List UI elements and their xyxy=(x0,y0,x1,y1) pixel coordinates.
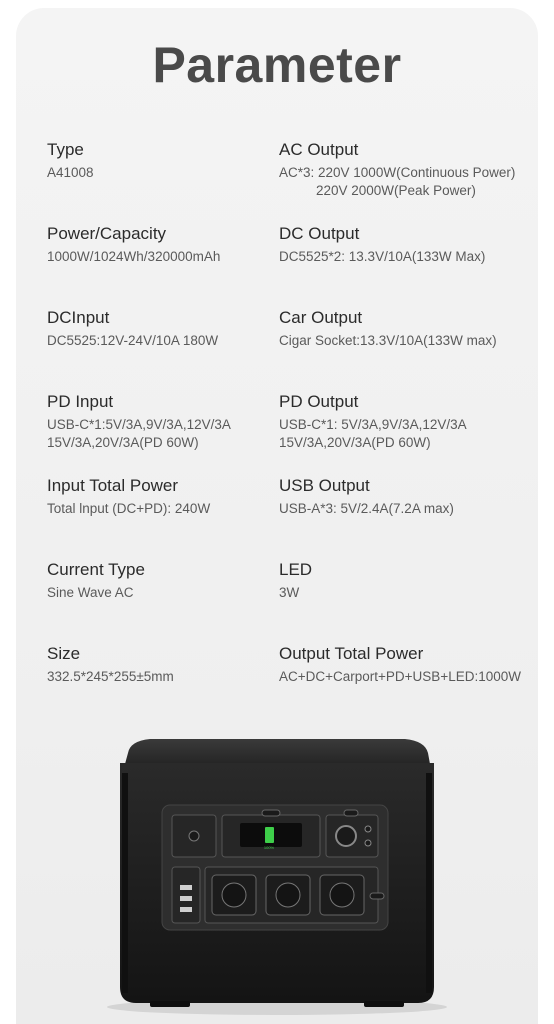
param-label: LED xyxy=(279,560,313,579)
param-value-line2: 15V/3A,20V/3A(PD 60W) xyxy=(279,435,431,450)
param-size: Size 332.5*245*255±5mm xyxy=(47,643,297,686)
param-label: PD Input xyxy=(47,392,114,411)
param-value: USB-A*3: 5V/2.4A(7.2A max) xyxy=(279,501,454,516)
param-ac-output: AC Output AC*3: 220V 1000W(Continuous Po… xyxy=(279,139,539,200)
usb-port-icon xyxy=(180,885,192,890)
param-label: Input Total Power xyxy=(47,476,179,495)
param-value: Sine Wave AC xyxy=(47,585,134,600)
product-foot xyxy=(150,1001,190,1007)
param-led: LED 3W xyxy=(279,559,539,602)
param-value: AC*3: 220V 1000W(Continuous Power) xyxy=(279,165,516,180)
param-value-line2: 15V/3A,20V/3A(PD 60W) xyxy=(47,435,199,450)
product-side-groove-left xyxy=(122,773,128,993)
param-label: AC Output xyxy=(279,140,359,159)
power-station-image: 100% xyxy=(107,739,447,1015)
usb-port-icon xyxy=(180,896,192,901)
product-side-groove-right xyxy=(426,773,432,993)
panel-tag xyxy=(343,809,359,817)
panel-tag xyxy=(261,809,281,817)
power-button-icon xyxy=(188,830,200,842)
param-power-capacity: Power/Capacity 1000W/1024Wh/320000mAh xyxy=(47,223,297,266)
param-pd-output: PD Output USB-C*1: 5V/3A,9V/3A,12V/3A 15… xyxy=(279,391,539,452)
param-usb-output: USB Output USB-A*3: 5V/2.4A(7.2A max) xyxy=(279,475,539,518)
ac-outlet-2 xyxy=(265,874,311,916)
param-dc-output: DC Output DC5525*2: 13.3V/10A(133W Max) xyxy=(279,223,539,266)
param-dc-input: DCInput DC5525:12V-24V/10A 180W xyxy=(47,307,297,350)
param-current-type: Current Type Sine Wave AC xyxy=(47,559,297,602)
param-label: Type xyxy=(47,140,84,159)
param-label: Output Total Power xyxy=(279,644,424,663)
ac-outlet-1 xyxy=(211,874,257,916)
cigar-socket-icon xyxy=(335,825,357,847)
param-value: DC5525*2: 13.3V/10A(133W Max) xyxy=(279,249,486,264)
param-value: AC+DC+Carport+PD+USB+LED:1000W xyxy=(279,669,521,684)
param-value: USB-C*1: 5V/3A,9V/3A,12V/3A xyxy=(279,417,467,432)
dc-port-icon xyxy=(364,839,372,847)
param-value: USB-C*1:5V/3A,9V/3A,12V/3A xyxy=(47,417,231,432)
param-pd-input: PD Input USB-C*1:5V/3A,9V/3A,12V/3A 15V/… xyxy=(47,391,297,452)
param-value: 3W xyxy=(279,585,300,600)
usb-port-icon xyxy=(180,907,192,912)
param-label: Current Type xyxy=(47,560,145,579)
param-value: 1000W/1024Wh/320000mAh xyxy=(47,249,221,264)
param-value: 332.5*245*255±5mm xyxy=(47,669,174,684)
param-label: Car Output xyxy=(279,308,363,327)
ac-outlet-3 xyxy=(319,874,365,916)
param-value: A41008 xyxy=(47,165,94,180)
param-type: Type A41008 xyxy=(47,139,297,182)
param-label: DC Output xyxy=(279,224,360,243)
param-value: DC5525:12V-24V/10A 180W xyxy=(47,333,219,348)
param-label: PD Output xyxy=(279,392,359,411)
param-label: USB Output xyxy=(279,476,370,495)
param-output-total-power: Output Total Power AC+DC+Carport+PD+USB+… xyxy=(279,643,539,686)
battery-icon xyxy=(265,827,274,843)
param-value: Cigar Socket:13.3V/10A(133W max) xyxy=(279,333,497,348)
ac-button xyxy=(369,892,385,900)
param-value: Total lnput (DC+PD): 240W xyxy=(47,501,211,516)
page-title: Parameter xyxy=(152,37,402,93)
display-percent: 100% xyxy=(264,845,275,850)
product-foot xyxy=(364,1001,404,1007)
dc-port-icon xyxy=(364,825,372,833)
usb-module xyxy=(171,866,201,924)
param-input-total-power: Input Total Power Total lnput (DC+PD): 2… xyxy=(47,475,297,518)
param-label: Power/Capacity xyxy=(47,224,167,243)
param-value-line2: 220V 2000W(Peak Power) xyxy=(316,183,476,198)
param-car-output: Car Output Cigar Socket:13.3V/10A(133W m… xyxy=(279,307,539,350)
param-label: Size xyxy=(47,644,81,663)
param-label: DCInput xyxy=(47,308,110,327)
